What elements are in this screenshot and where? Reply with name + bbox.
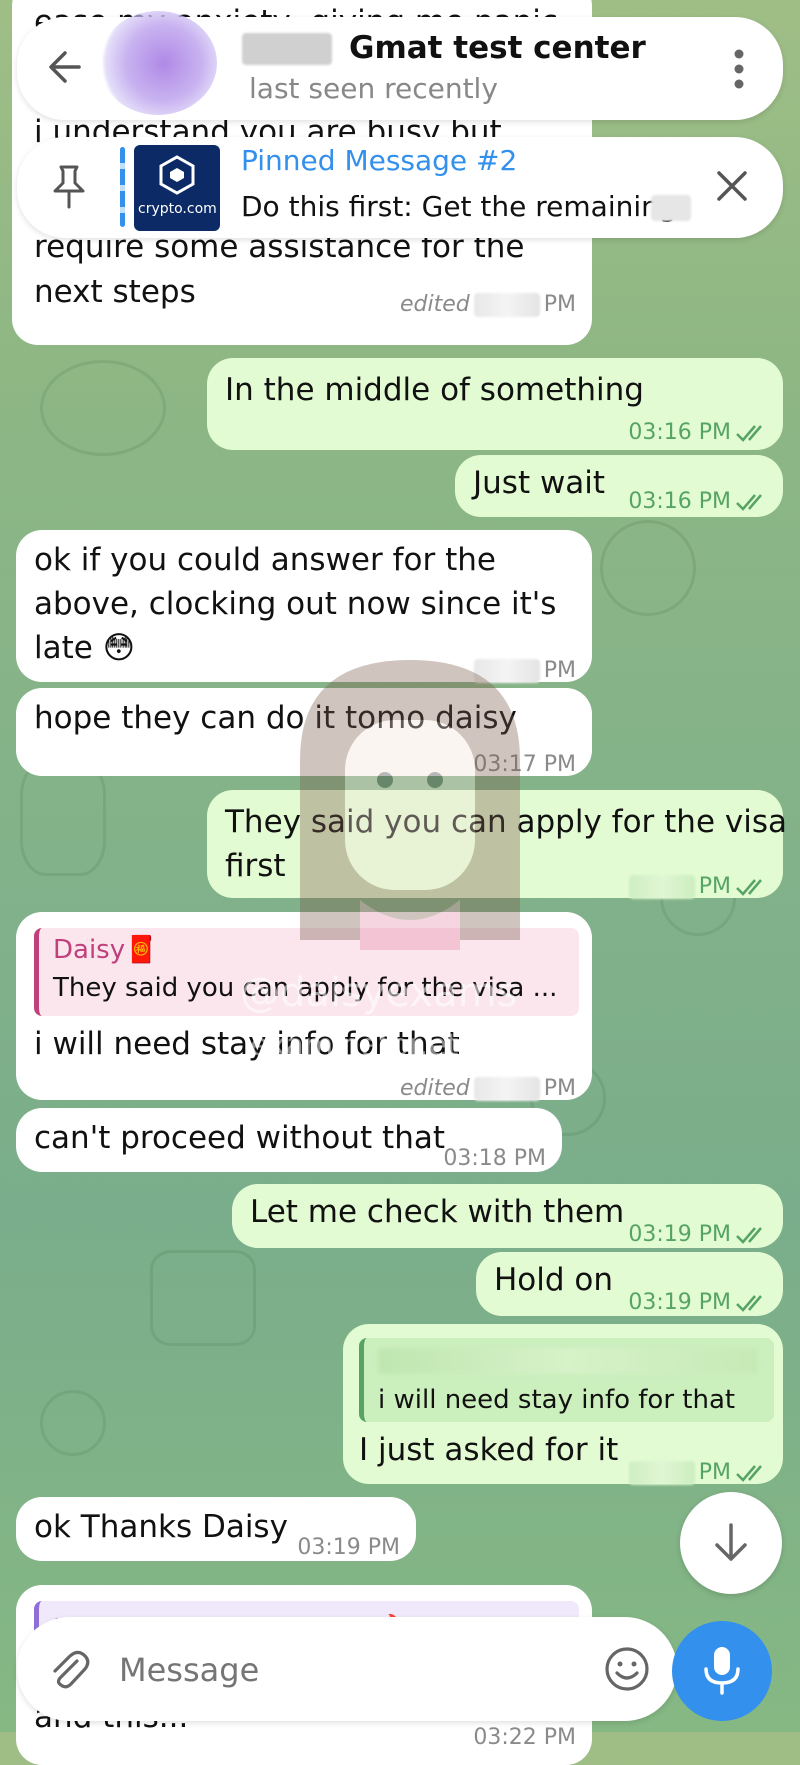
message-text-line: above, clocking out now since it's	[34, 586, 557, 622]
message-text-line: late 😳	[34, 630, 136, 666]
message-time: 03:16 PM	[628, 489, 731, 514]
reply-author: Daisy🧧	[53, 935, 158, 965]
more-options-icon[interactable]	[733, 49, 745, 89]
name-redacted	[242, 33, 332, 65]
message-meta: 03:17 PM	[473, 742, 576, 787]
message-time: PM	[543, 292, 576, 317]
reply-text: i will need stay info for that	[378, 1385, 736, 1415]
edited-label: edited	[400, 292, 470, 317]
message-text-line: ok if you could answer for the	[34, 542, 496, 578]
message-time: 03:16 PM	[628, 420, 731, 445]
message-text-line: Hold on	[494, 1262, 614, 1298]
emoji-icon[interactable]	[603, 1645, 651, 1693]
message-meta: 03:19 PM	[628, 1212, 769, 1257]
message-meta: 03:19 PM	[297, 1525, 400, 1570]
redacted-time	[628, 874, 695, 899]
message-incoming[interactable]: can't proceed without that 03:18 PM	[16, 1108, 562, 1172]
pinned-title: Pinned Message #2	[241, 144, 518, 177]
message-time: 03:17 PM	[473, 752, 576, 777]
pinned-text: Do this first: Get the remaining	[241, 190, 677, 223]
pin-indicator	[120, 147, 125, 227]
message-time: PM	[698, 874, 731, 899]
message-outgoing[interactable]: i will need stay info for that I just as…	[343, 1324, 783, 1485]
chat-header: Gmat test center last seen recently	[17, 11, 783, 120]
message-outgoing[interactable]: Let me check with them 03:19 PM	[232, 1184, 783, 1248]
reply-author-redacted	[378, 1348, 758, 1374]
back-arrow-icon[interactable]	[45, 47, 85, 87]
redacted-time	[473, 1076, 540, 1101]
message-text-line: first	[225, 848, 286, 884]
redacted-time	[473, 292, 540, 317]
message-text-line: I just asked for it	[359, 1432, 619, 1468]
double-check-icon	[736, 1226, 762, 1244]
message-text-line: In the middle of something	[225, 372, 644, 408]
message-meta: 03:18 PM	[443, 1136, 546, 1181]
pin-icon	[47, 163, 91, 211]
pinned-text-redacted	[651, 195, 691, 221]
redacted-time	[473, 658, 540, 683]
paperclip-icon[interactable]	[47, 1647, 91, 1691]
crypto-logo-icon	[159, 155, 195, 195]
message-time: 03:18 PM	[443, 1146, 546, 1171]
message-meta: PM	[628, 864, 769, 909]
message-meta: 03:19 PM	[628, 1280, 769, 1325]
reply-quote[interactable]: Daisy🧧 They said you can apply for the v…	[34, 928, 579, 1016]
message-incoming[interactable]: Daisy🧧 They said you can apply for the v…	[16, 912, 592, 1101]
double-check-icon	[736, 1464, 762, 1482]
message-outgoing[interactable]: Just wait 03:16 PM	[455, 455, 783, 517]
message-incoming[interactable]: hope they can do it tomo daisy 03:17 PM	[16, 688, 592, 777]
message-time: 03:22 PM	[473, 1725, 576, 1750]
message-meta: edited PM	[400, 282, 576, 327]
avatar[interactable]	[99, 11, 217, 115]
message-time: PM	[698, 1460, 731, 1485]
chat-status: last seen recently	[249, 72, 498, 105]
message-meta: 03:22 PM	[473, 1715, 576, 1760]
message-text-line: Just wait	[473, 465, 606, 501]
message-text-line: next steps	[34, 274, 196, 310]
scroll-down-button[interactable]	[680, 1492, 782, 1594]
message-incoming[interactable]: ok Thanks Daisy 03:19 PM	[16, 1497, 416, 1561]
message-text-line: can't proceed without that	[34, 1120, 445, 1156]
thumbnail-label: crypto.com	[138, 201, 217, 217]
double-check-icon	[736, 493, 762, 511]
message-text-line: hope they can do it tomo daisy	[34, 700, 517, 736]
double-check-icon	[736, 424, 762, 442]
reply-text: They said you can apply for the visa ...	[53, 973, 558, 1003]
message-text-line: i will need stay info for that	[34, 1026, 460, 1062]
message-text-line: They said you can apply for the visa	[225, 804, 787, 840]
message-meta: edited PM	[400, 1066, 576, 1111]
message-input-bar	[17, 1617, 677, 1721]
message-text-line: Let me check with them	[250, 1194, 625, 1230]
edited-label: edited	[400, 1076, 470, 1101]
message-meta: 03:16 PM	[628, 479, 769, 524]
message-time: 03:19 PM	[628, 1290, 731, 1315]
message-outgoing[interactable]: In the middle of something 03:16 PM	[207, 358, 783, 450]
redacted-time	[628, 1460, 695, 1485]
message-meta: PM	[473, 648, 576, 693]
pinned-thumbnail: crypto.com	[134, 145, 220, 231]
arrow-down-icon	[715, 1523, 747, 1561]
message-time: 03:19 PM	[628, 1222, 731, 1247]
close-icon[interactable]	[715, 169, 749, 203]
message-time: PM	[543, 658, 576, 683]
reply-quote[interactable]: i will need stay info for that	[359, 1338, 774, 1422]
message-time: 03:19 PM	[297, 1535, 400, 1560]
message-text-line: ok Thanks Daisy	[34, 1509, 288, 1545]
double-check-icon	[736, 878, 762, 896]
message-outgoing[interactable]: They said you can apply for the visa fir…	[207, 790, 787, 899]
voice-record-button[interactable]	[672, 1621, 772, 1721]
double-check-icon	[736, 1294, 762, 1312]
message-outgoing[interactable]: Hold on 03:19 PM	[476, 1252, 783, 1316]
message-input[interactable]	[117, 1641, 561, 1699]
microphone-icon	[704, 1647, 740, 1695]
message-meta: PM	[628, 1450, 769, 1495]
message-incoming[interactable]: ok if you could answer for the above, cl…	[16, 530, 592, 683]
message-time: PM	[543, 1076, 576, 1101]
message-meta: 03:16 PM	[628, 410, 769, 455]
chat-title[interactable]: Gmat test center	[349, 25, 646, 71]
pinned-message-bar[interactable]: crypto.com Pinned Message #2 Do this fir…	[17, 137, 783, 238]
